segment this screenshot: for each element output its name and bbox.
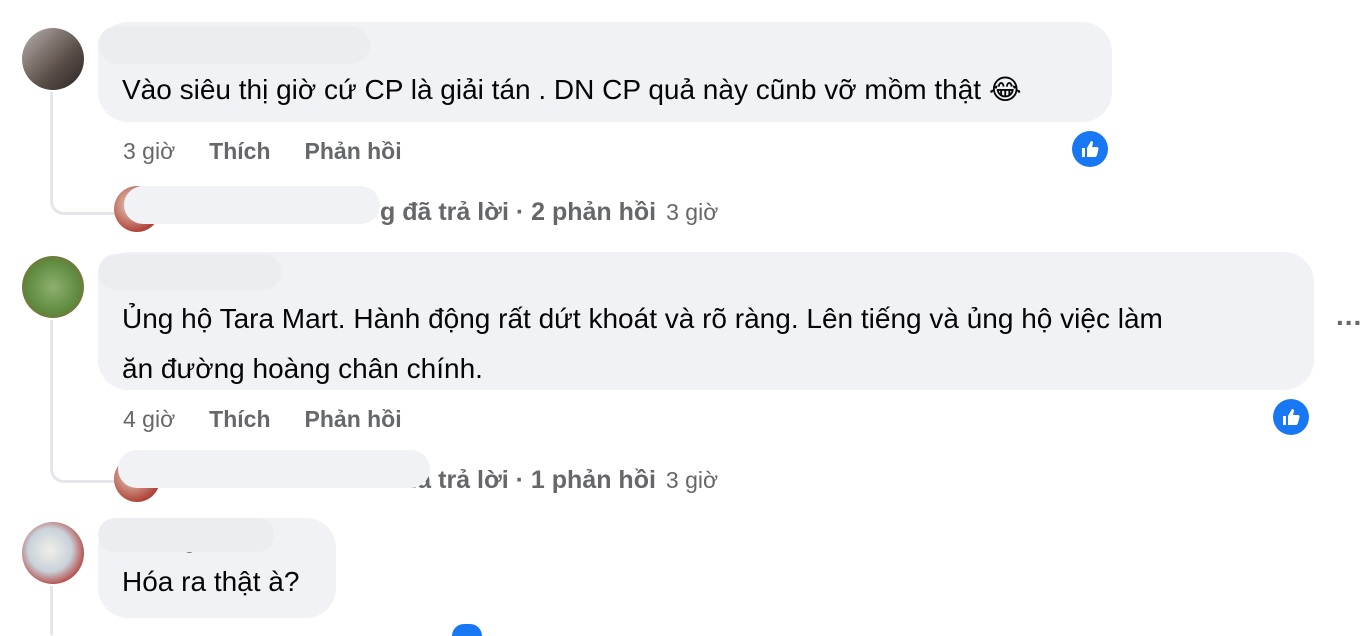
- view-replies-link[interactable]: đã trả lời · 1 phản hồi 3 giờ: [402, 466, 718, 495]
- thread-line: [50, 586, 53, 636]
- redacted-author-name: [98, 26, 370, 64]
- comment-actions: 4 giờ Thích Phản hồi: [123, 406, 402, 433]
- thumbs-up-icon: [1273, 399, 1309, 435]
- more-options-icon[interactable]: ...: [1336, 300, 1362, 332]
- comment-text: Vào siêu thị giờ cứ CP là giải tán . DN …: [122, 74, 982, 105]
- reply-button[interactable]: Phản hồi: [305, 406, 402, 433]
- redacted-author-name: [98, 518, 274, 552]
- thumbs-up-icon: [1072, 131, 1108, 167]
- commenter-avatar[interactable]: [22, 28, 84, 90]
- redacted-reply-author: [118, 450, 430, 488]
- reply-button[interactable]: Phản hồi: [305, 138, 402, 165]
- view-replies-link[interactable]: g đã trả lời · 2 phản hồi 3 giờ: [380, 198, 718, 227]
- laughing-emoji: 😂: [988, 74, 1022, 105]
- replies-summary: g đã trả lời · 2 phản hồi: [380, 198, 657, 226]
- comment-actions: 3 giờ Thích Phản hồi: [123, 138, 402, 165]
- comment-time[interactable]: 4 giờ: [123, 406, 175, 433]
- commenter-avatar[interactable]: [22, 256, 84, 318]
- like-button[interactable]: Thích: [209, 406, 270, 433]
- partial-like-badge: [452, 624, 482, 636]
- like-button[interactable]: Thích: [209, 138, 270, 165]
- replies-time: 3 giờ: [666, 199, 719, 225]
- comment-text: Hóa ra thật à?: [122, 566, 300, 597]
- replies-summary: đã trả lời · 1 phản hồi: [402, 466, 656, 494]
- commenter-avatar[interactable]: [22, 522, 84, 584]
- comment-text-line2: ăn đường hoàng chân chính.: [122, 353, 483, 384]
- redacted-author-name: [98, 254, 282, 290]
- comment-text-line1: Ủng hộ Tara Mart. Hành động rất dứt khoá…: [122, 303, 1163, 334]
- redacted-reply-author: [124, 186, 380, 224]
- comment-time[interactable]: 3 giờ: [123, 138, 175, 165]
- replies-time: 3 giờ: [665, 467, 719, 493]
